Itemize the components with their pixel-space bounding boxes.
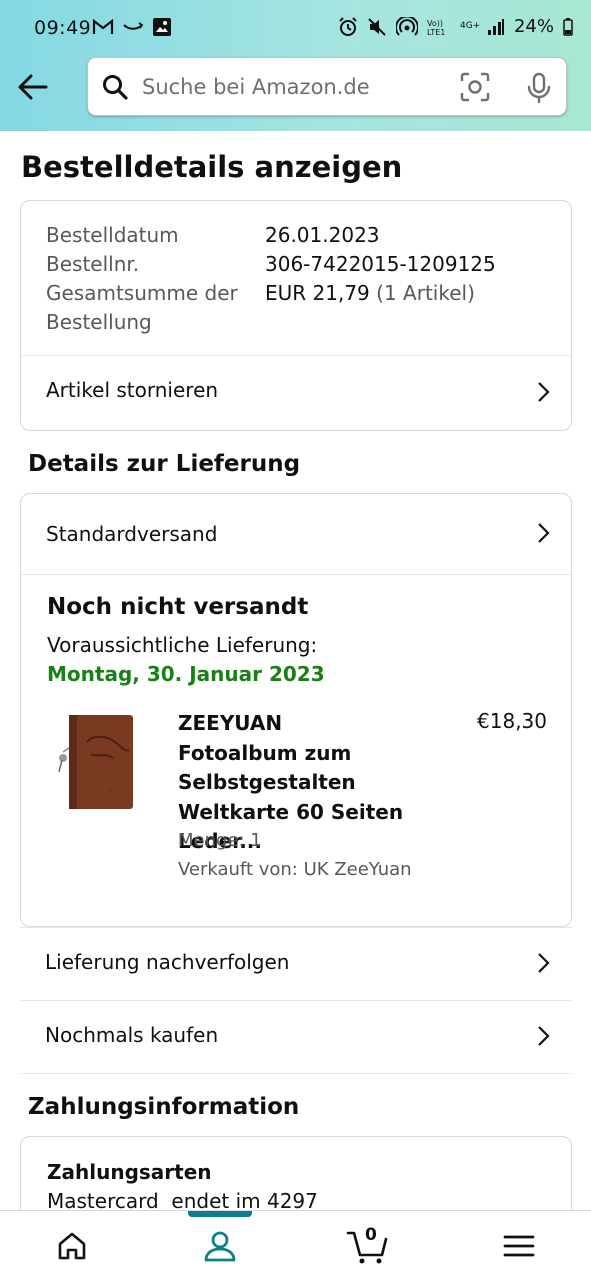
order-date-value: 26.01.2023 — [265, 223, 380, 247]
order-total-label-1: Gesamtsumme der — [46, 281, 238, 305]
cart-button[interactable]: 0 — [346, 1225, 390, 1265]
shipment-status: Noch nicht versandt — [47, 594, 309, 620]
battery-icon — [563, 17, 573, 36]
order-number-label: Bestellnr. — [46, 252, 140, 276]
active-tab-indicator — [188, 1211, 252, 1217]
order-summary-card: Bestelldatum Bestellnr. Gesamtsumme der … — [20, 200, 572, 431]
search-bar[interactable]: Suche bei Amazon.de — [87, 57, 567, 116]
cart-count: 0 — [365, 1225, 377, 1245]
expected-delivery-date: Montag, 30. Januar 2023 — [47, 662, 325, 686]
product-price: €18,30 — [477, 709, 547, 733]
signal-icon — [487, 18, 504, 35]
product-quantity: Menge: 1 — [178, 830, 262, 851]
gmail-icon — [92, 18, 114, 34]
bottom-navigation: 0 — [0, 1210, 591, 1281]
hotspot-icon — [395, 16, 418, 36]
buy-again-label: Nochmals kaufen — [45, 1023, 219, 1047]
product-seller: Verkauft von: UK ZeeYuan — [178, 859, 412, 880]
menu-icon[interactable] — [502, 1229, 536, 1263]
order-total-label-2: Bestellung — [46, 310, 152, 334]
product-image[interactable]: ~ — [57, 712, 137, 812]
svg-text:LTE1: LTE1 — [427, 28, 445, 37]
chevron-right-icon — [538, 1026, 550, 1046]
account-icon[interactable] — [203, 1229, 237, 1263]
status-time: 09:49 — [34, 17, 92, 39]
chevron-right-icon — [538, 382, 550, 402]
delivery-card: Standardversand Noch nicht versandt Vora… — [20, 493, 572, 927]
image-icon — [153, 18, 171, 36]
shipping-method-label: Standardversand — [46, 522, 218, 546]
cancel-items-row[interactable]: Artikel stornieren — [21, 356, 571, 430]
expected-delivery-label: Voraussichtliche Lieferung: — [47, 633, 318, 657]
alarm-icon — [339, 16, 357, 36]
track-delivery-row[interactable]: Lieferung nachverfolgen — [20, 928, 572, 1000]
chevron-right-icon — [538, 953, 550, 973]
divider — [21, 574, 571, 575]
home-icon[interactable] — [55, 1229, 89, 1263]
order-number-value: 306-7422015-1209125 — [265, 252, 496, 276]
payment-section-title: Zahlungsinformation — [28, 1094, 300, 1120]
volte-icon: Vo))LTE1 — [427, 19, 445, 37]
chevron-right-icon — [538, 523, 550, 543]
cancel-items-label: Artikel stornieren — [46, 378, 219, 402]
microphone-icon[interactable] — [524, 72, 554, 104]
network-type-label: 4G+ — [459, 21, 481, 31]
amazon-smile-icon — [123, 22, 144, 30]
status-bar: 09:49 Vo)) LTE1 4G+ 24% — [0, 0, 591, 56]
camera-search-icon[interactable] — [460, 72, 490, 102]
battery-percent: 24% — [513, 16, 554, 37]
mute-icon — [368, 17, 386, 36]
back-arrow-icon[interactable] — [16, 70, 50, 104]
search-icon — [103, 75, 128, 100]
divider — [20, 1073, 572, 1074]
search-input[interactable]: Suche bei Amazon.de — [142, 75, 370, 99]
order-item-count: (1 Artikel) — [376, 281, 475, 305]
buy-again-row[interactable]: Nochmals kaufen — [20, 1001, 572, 1073]
app-header: 09:49 Vo)) LTE1 4G+ 24% Suche bei Amazon.… — [0, 0, 591, 131]
page-title: Bestelldetails anzeigen — [21, 150, 403, 184]
svg-text:Vo)): Vo)) — [427, 19, 443, 28]
order-date-label: Bestelldatum — [46, 223, 179, 247]
track-delivery-label: Lieferung nachverfolgen — [45, 950, 290, 974]
payment-methods-label: Zahlungsarten — [47, 1160, 212, 1184]
shipping-method-row[interactable]: Standardversand — [21, 494, 571, 574]
delivery-section-title: Details zur Lieferung — [28, 451, 301, 477]
order-total-value: EUR 21,79 — [265, 281, 370, 305]
svg-text:~: ~ — [109, 787, 114, 794]
